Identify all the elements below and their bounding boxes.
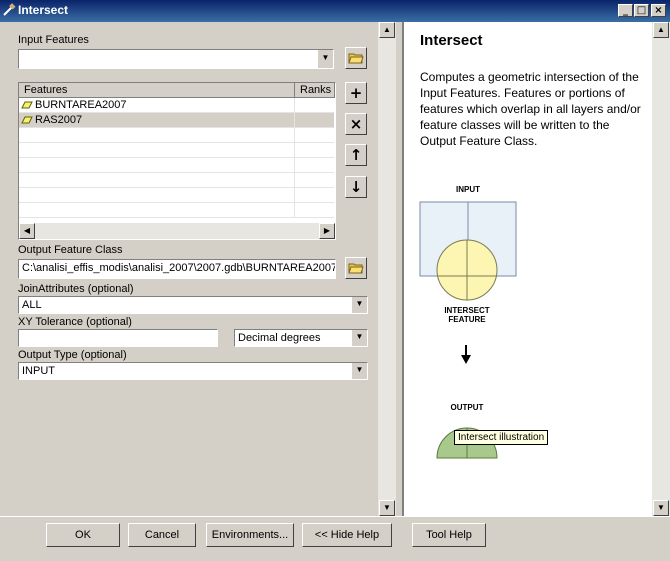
table-row [19,173,334,188]
arrow-down-icon [461,355,471,364]
polygon-layer-icon [21,116,33,124]
tooltip: Intersect illustration [454,430,549,445]
help-description: Computes a geometric intersection of the… [420,70,641,148]
chevron-down-icon[interactable]: ▼ [351,330,367,346]
open-folder-icon [348,53,364,64]
output-type-label: Output Type (optional) [18,349,127,361]
parameters-vertical-scrollbar[interactable]: ▲ ▼ [378,22,396,516]
xy-tolerance-label: XY Tolerance (optional) [18,316,132,328]
output-feature-class-input[interactable]: C:\analisi_effis_modis\analisi_2007\2007… [18,259,336,279]
chevron-down-icon[interactable]: ▼ [351,297,367,313]
row-feature-name: BURNTAREA2007 [35,99,127,111]
table-row [19,188,334,203]
table-row [19,128,334,143]
table-row [19,158,334,173]
scroll-up-icon[interactable]: ▲ [379,22,395,38]
chevron-down-icon[interactable]: ▼ [351,363,367,379]
close-button[interactable]: × [651,4,666,17]
browse-input-button[interactable] [345,47,367,69]
diagram-intersect-label: INTERSECT [444,306,489,315]
scroll-right-icon[interactable]: ▶ [319,223,335,239]
input-features-label: Input Features [18,34,89,46]
maximize-button[interactable]: □ [634,4,649,17]
output-type-select[interactable]: INPUT ▼ [18,362,368,380]
help-title: Intersect [420,32,483,49]
ok-button[interactable]: OK [46,523,120,547]
join-attributes-value: ALL [22,299,42,311]
input-features-table: Features Ranks BURNTAREA2007 RAS2007 ◀ ▶ [18,82,336,240]
features-column-header[interactable]: Features [19,83,295,98]
hide-help-button[interactable]: << Hide Help [302,523,392,547]
intersect-illustration: INPUT INTERSECT FEATURE OUTPUT [419,185,517,459]
scroll-up-icon[interactable]: ▲ [653,22,669,38]
table-horizontal-scrollbar[interactable]: ◀ ▶ [19,223,335,239]
output-feature-class-label: Output Feature Class [18,244,123,256]
scroll-down-icon[interactable]: ▼ [379,500,395,516]
table-row [19,203,334,218]
environments-button[interactable]: Environments... [206,523,294,547]
output-type-value: INPUT [22,365,55,377]
move-down-button[interactable]: ↓ [345,176,367,198]
xy-tolerance-unit-value: Decimal degrees [238,332,321,344]
join-attributes-select[interactable]: ALL ▼ [18,296,368,314]
ranks-column-header[interactable]: Ranks [295,83,335,98]
move-up-button[interactable]: ↑ [345,144,367,166]
row-feature-name: RAS2007 [35,114,83,126]
table-row [19,143,334,158]
window-title: Intersect [18,3,69,17]
table-row[interactable]: RAS2007 [19,113,334,128]
title-bar: Intersect _ □ × [0,0,670,22]
scroll-left-icon[interactable]: ◀ [19,223,35,239]
polygon-layer-icon [21,101,33,109]
diagram-feature-label: FEATURE [448,315,486,324]
hammer-icon [3,3,16,16]
join-attributes-label: JoinAttributes (optional) [18,283,134,295]
tool-help-button[interactable]: Tool Help [412,523,486,547]
cancel-button[interactable]: Cancel [128,523,196,547]
add-row-button[interactable]: + [345,82,367,104]
browse-output-button[interactable] [345,257,367,279]
help-vertical-scrollbar[interactable]: ▲ ▼ [652,22,670,516]
input-features-combo[interactable]: ▼ [18,49,334,69]
xy-tolerance-unit-select[interactable]: Decimal degrees ▼ [234,329,368,347]
minimize-button[interactable]: _ [618,4,633,17]
open-folder-icon [348,263,364,274]
diagram-output-label: OUTPUT [451,403,484,412]
chevron-down-icon[interactable]: ▼ [317,50,333,68]
scroll-down-icon[interactable]: ▼ [653,500,669,516]
table-row[interactable]: BURNTAREA2007 [19,98,334,113]
diagram-input-label: INPUT [456,185,480,194]
xy-tolerance-input[interactable] [18,329,218,347]
remove-row-button[interactable]: × [345,113,367,135]
